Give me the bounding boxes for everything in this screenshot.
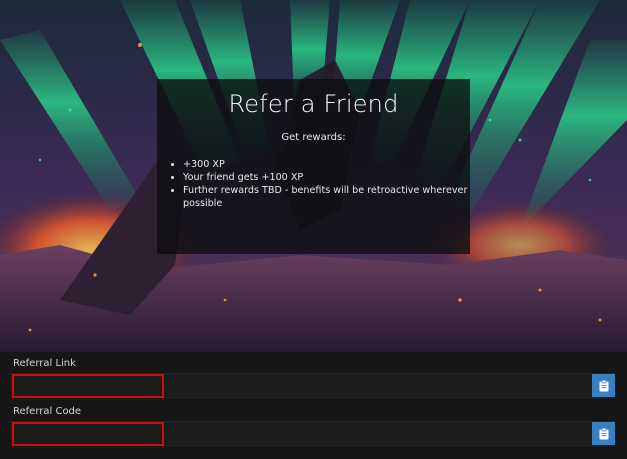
list-item: Further rewards TBD - benefits will be r… [183,184,468,210]
referral-link-input[interactable] [12,374,164,398]
copy-referral-code-button[interactable] [592,422,615,445]
clipboard-icon [599,427,608,439]
rewards-subtitle: Get rewards: [281,132,346,143]
list-item: +300 XP [183,158,468,171]
referral-code-label: Referral Code [13,406,82,417]
rewards-list: +300 XP Your friend gets +100 XP Further… [173,158,468,210]
referral-code-row [10,421,615,446]
list-item: Your friend gets +100 XP [183,171,468,184]
clipboard-icon [599,379,608,391]
hero-banner: Refer a Friend Get rewards: +300 XP Your… [0,0,627,352]
referral-link-row [10,373,615,398]
referral-code-input[interactable] [12,422,164,446]
referral-link-label: Referral Link [13,358,76,369]
copy-referral-link-button[interactable] [592,374,615,397]
refer-a-friend-card: Refer a Friend Get rewards: +300 XP Your… [157,79,470,254]
card-title: Refer a Friend [228,90,399,118]
